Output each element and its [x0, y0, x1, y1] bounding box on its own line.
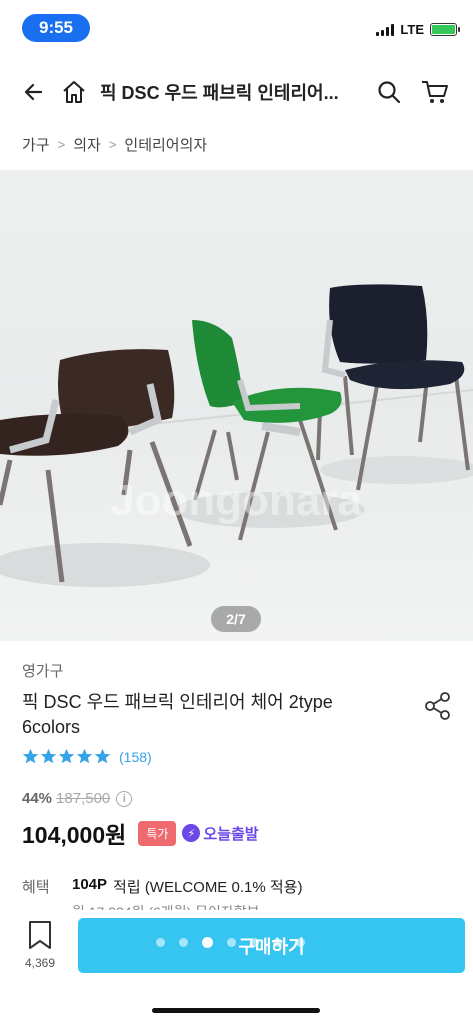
star-icon — [22, 748, 39, 764]
star-icon — [76, 748, 93, 764]
benefit-points: 104P — [72, 876, 108, 893]
carousel-dot — [296, 938, 305, 947]
watermark: Joongonara — [110, 476, 362, 525]
breadcrumb-item[interactable]: 인테리어의자 — [124, 134, 207, 155]
carousel-dot — [273, 938, 282, 947]
battery-icon — [430, 23, 460, 36]
info-icon[interactable]: i — [116, 790, 133, 807]
price-discount-row: 44% 187,500 i — [22, 790, 133, 807]
sale-price: 104,000원 — [22, 822, 127, 848]
carousel-dot-active — [202, 937, 213, 948]
carousel-dot — [156, 938, 165, 947]
price-row: 104,000원 특가 ⚡ 오늘출발 — [22, 816, 259, 850]
search-button[interactable] — [369, 72, 409, 112]
home-icon — [63, 81, 85, 103]
carousel-dot — [250, 938, 259, 947]
carousel-dots — [156, 937, 305, 948]
breadcrumb-item[interactable]: 의자 — [73, 134, 101, 155]
search-icon — [378, 81, 401, 104]
benefit-text: 적립 (WELCOME 0.1% 적용) — [113, 879, 303, 896]
chevron-right-icon: > — [108, 137, 117, 152]
network-label: LTE — [400, 22, 424, 37]
bookmark-count: 4,369 — [24, 956, 56, 970]
status-bar: 9:55 LTE — [0, 0, 473, 56]
signal-icon — [376, 23, 395, 36]
home-button[interactable] — [54, 72, 94, 112]
star-icon — [94, 748, 111, 764]
carousel-dot — [227, 938, 236, 947]
cart-icon — [422, 81, 448, 103]
star-icon — [40, 748, 57, 764]
share-button[interactable] — [422, 690, 454, 722]
top-navigation: 픽 DSC 우드 패브릭 인테리어... — [0, 64, 473, 120]
breadcrumb: 가구 > 의자 > 인테리어의자 — [22, 134, 207, 155]
star-icon — [58, 748, 75, 764]
status-indicators: LTE — [376, 22, 460, 37]
benefit-row: 혜택 104P 적립 (WELCOME 0.1% 적용) — [22, 876, 302, 897]
home-indicator[interactable] — [152, 1008, 320, 1013]
bookmark-icon — [29, 921, 51, 949]
status-time: 9:55 — [22, 14, 90, 42]
carousel-dot — [179, 938, 188, 947]
image-page-indicator: 2/7 — [211, 606, 261, 632]
special-badge: 특가 — [138, 820, 177, 846]
product-image-carousel[interactable]: Joongonara — [0, 170, 473, 641]
discount-rate: 44% — [22, 790, 53, 807]
chevron-right-icon: > — [57, 137, 66, 152]
product-photo: Joongonara — [0, 170, 473, 641]
rating[interactable]: (158) — [22, 748, 152, 765]
share-icon — [425, 692, 450, 720]
breadcrumb-item[interactable]: 가구 — [22, 134, 50, 155]
product-title: 픽 DSC 우드 패브릭 인테리어 체어 2type 6colors — [22, 692, 333, 737]
back-arrow-icon — [24, 83, 43, 101]
benefit-label: 혜택 — [22, 879, 50, 896]
bookmark-button[interactable]: 4,369 — [18, 920, 62, 970]
page-title: 픽 DSC 우드 패브릭 인테리어... — [100, 83, 339, 103]
today-delivery-badge: ⚡ 오늘출발 — [182, 823, 259, 844]
lightning-icon: ⚡ — [182, 824, 201, 842]
original-price: 187,500 — [56, 790, 111, 807]
star-rating — [22, 748, 111, 765]
back-button[interactable] — [14, 72, 54, 112]
today-delivery-label: 오늘출발 — [203, 825, 259, 843]
brand-name[interactable]: 영가구 — [22, 660, 63, 681]
bottom-action-bar: 4,369 구매하기 — [0, 910, 473, 1024]
review-count[interactable]: (158) — [119, 749, 152, 765]
cart-button[interactable] — [415, 72, 455, 112]
